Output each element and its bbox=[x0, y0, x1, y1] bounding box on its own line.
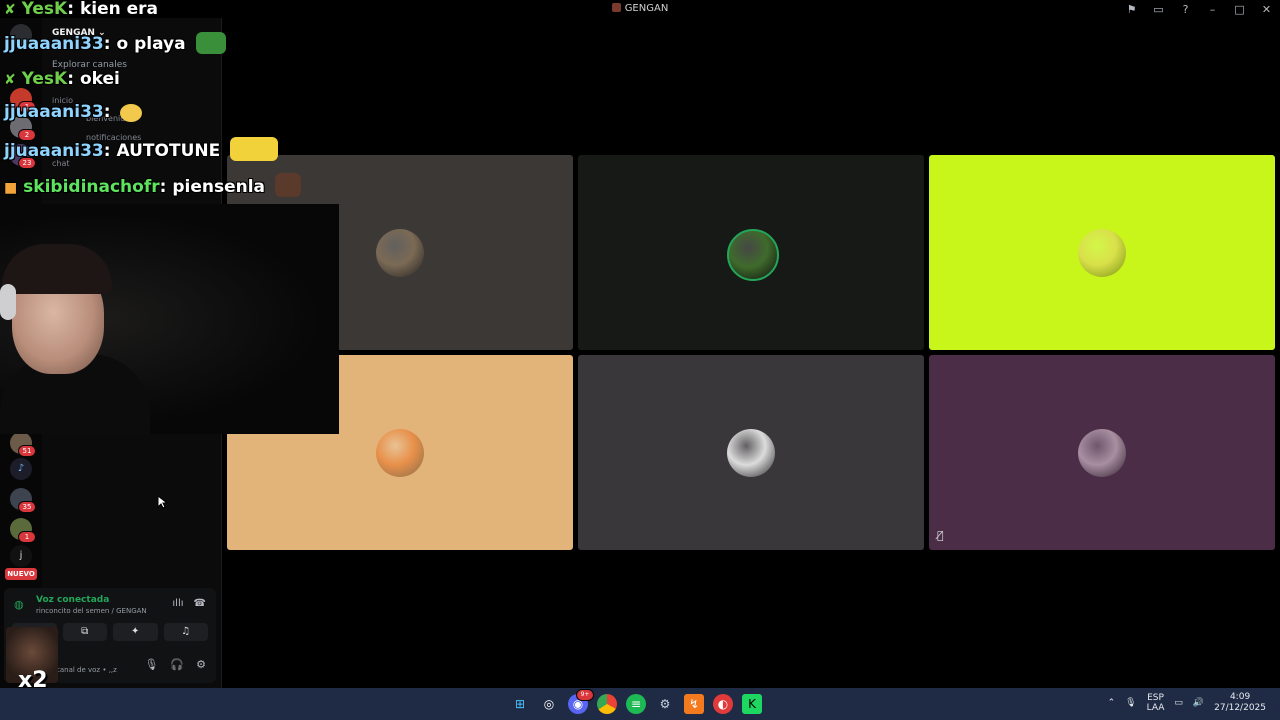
title-bar-controls: ⚑ ▭ ? – □ ✕ bbox=[1118, 0, 1280, 18]
user-avatar bbox=[1078, 229, 1126, 277]
user-avatar bbox=[376, 429, 424, 477]
user-avatar bbox=[1078, 429, 1126, 477]
server-icon[interactable]: 35 bbox=[10, 488, 36, 513]
minimize-button[interactable]: – bbox=[1199, 3, 1226, 16]
network-icon[interactable]: ▭ bbox=[1174, 698, 1183, 708]
window-title: GENGAN bbox=[0, 3, 1280, 14]
title-bar: GENGAN ⚑ ▭ ? – □ ✕ bbox=[0, 0, 1280, 18]
face-emote bbox=[274, 173, 301, 197]
chat-message: jjuaaani33: bbox=[4, 101, 143, 123]
user-avatar bbox=[376, 229, 424, 277]
unread-badge: 35 bbox=[18, 501, 36, 513]
user-avatar-speaking bbox=[727, 229, 779, 281]
headphones-icon[interactable]: 🎧 bbox=[170, 658, 184, 671]
voice-controls: ıllı ☎ bbox=[172, 598, 206, 609]
activities-button[interactable]: ✦ bbox=[113, 623, 158, 641]
chrome-icon[interactable] bbox=[597, 694, 617, 714]
video-tile-6[interactable]: 🎙̸ bbox=[929, 355, 1275, 550]
voice-status[interactable]: Voz conectada bbox=[36, 595, 109, 605]
server-icon bbox=[611, 3, 621, 12]
app-icon[interactable]: ↯ bbox=[684, 694, 704, 714]
signal-icon[interactable]: ◍ bbox=[14, 599, 26, 611]
screen-share-button[interactable]: ⧉ bbox=[62, 623, 107, 641]
new-badge: NUEVO bbox=[5, 568, 37, 580]
video-tile-5[interactable] bbox=[578, 355, 924, 550]
chat-message: ✘ YesK: kien era bbox=[4, 0, 159, 19]
letter-server-icon[interactable]: j bbox=[10, 545, 32, 567]
user-avatar bbox=[727, 429, 775, 477]
emoji-emote bbox=[120, 104, 143, 122]
kick-icon[interactable]: K bbox=[742, 694, 762, 714]
inbox-icon[interactable]: ▭ bbox=[1145, 3, 1172, 16]
video-tile-2[interactable] bbox=[578, 155, 924, 350]
server-icon[interactable]: 1 bbox=[10, 518, 36, 543]
minion-emote bbox=[230, 137, 279, 161]
close-button[interactable]: ✕ bbox=[1253, 3, 1280, 16]
music-icon[interactable]: ♪ bbox=[10, 458, 32, 480]
streamer-webcam bbox=[0, 204, 339, 434]
microphone-icon[interactable]: 🎙 bbox=[144, 658, 158, 671]
chat-message: jjuaaani33: AUTOTUNE bbox=[4, 137, 279, 161]
pepe-emote bbox=[195, 32, 226, 54]
taskbar-apps: ⊞ ◎ ◉ 9+ ≡ ⚙ ↯ ◐ K bbox=[510, 689, 762, 714]
soundboard-button[interactable]: ♫ bbox=[163, 623, 208, 641]
chat-message: ■ skibidinachofr: piensenla bbox=[4, 173, 301, 197]
settings-gear-icon[interactable]: ⚙ bbox=[196, 658, 206, 671]
steam-icon[interactable]: ⚙ bbox=[655, 694, 675, 714]
maximize-button[interactable]: □ bbox=[1226, 3, 1253, 16]
flag-icon[interactable]: ⚑ bbox=[1118, 3, 1145, 16]
windows-start-icon[interactable]: ⊞ bbox=[510, 694, 530, 714]
chat-message: jjuaaani33: o playa bbox=[4, 32, 226, 54]
clock[interactable]: 4:09 27/12/2025 bbox=[1214, 692, 1266, 714]
muted-microphone-icon: 🎙̸ bbox=[937, 529, 944, 542]
spotify-icon[interactable]: ≡ bbox=[626, 694, 646, 714]
language-indicator[interactable]: ESP LAA bbox=[1147, 693, 1165, 713]
microphone-icon[interactable]: 🎙 bbox=[1125, 698, 1136, 708]
discord-icon[interactable]: ◉ 9+ bbox=[568, 689, 594, 714]
window-title-text: GENGAN bbox=[624, 3, 669, 14]
headset bbox=[0, 284, 16, 320]
video-tile-3[interactable] bbox=[929, 155, 1275, 350]
help-icon[interactable]: ? bbox=[1172, 3, 1199, 16]
voice-channel-path: rinconcito del semen / GENGAN bbox=[36, 607, 147, 615]
user-controls: 🎙 🎧 ⚙ bbox=[144, 658, 206, 671]
user-status: canal de voz • ,,z bbox=[56, 666, 117, 674]
notification-badge: 9+ bbox=[576, 689, 594, 701]
chevron-up-icon[interactable]: ⌃ bbox=[1108, 698, 1116, 708]
taskbar: ⊞ ◎ ◉ 9+ ≡ ⚙ ↯ ◐ K ⌃ 🎙 ESP LAA ▭ 🔊 4:09 27/… bbox=[0, 688, 1280, 720]
disconnect-icon[interactable]: ☎ bbox=[194, 598, 206, 609]
mouse-cursor-icon bbox=[157, 495, 167, 509]
volume-icon[interactable]: 🔊 bbox=[1193, 698, 1204, 708]
app-icon[interactable]: ◐ bbox=[713, 694, 733, 714]
system-tray: ⌃ 🎙 ESP LAA ▭ 🔊 4:09 27/12/2025 bbox=[1108, 692, 1266, 714]
chat-message: ✘ YesK: okei bbox=[4, 69, 120, 89]
browser-icon[interactable]: ◎ bbox=[539, 694, 559, 714]
noise-suppression-icon[interactable]: ıllı bbox=[172, 598, 183, 609]
unread-badge: 51 bbox=[18, 445, 36, 457]
unread-badge: 1 bbox=[18, 531, 36, 543]
server-icon[interactable]: 51 bbox=[10, 432, 36, 457]
